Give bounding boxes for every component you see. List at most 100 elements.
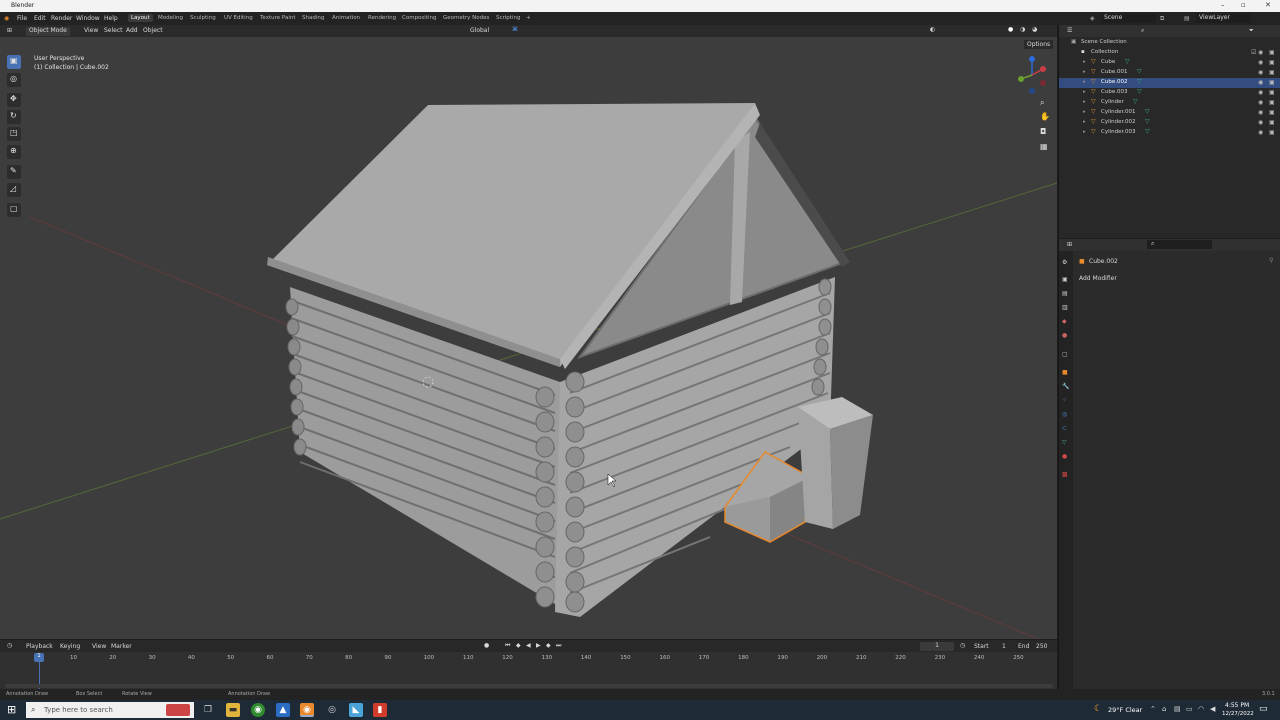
render-tab-icon[interactable]: ▣ xyxy=(1062,276,1070,284)
camera-icon[interactable]: ▣ xyxy=(1269,99,1275,106)
camera-icon[interactable]: ▣ xyxy=(1269,59,1275,66)
data-tab-icon[interactable]: ▽ xyxy=(1062,439,1070,447)
outliner-search-icon[interactable]: ⌕ xyxy=(1141,27,1144,35)
shading-solid-icon[interactable]: ● xyxy=(1008,26,1013,33)
tab-scripting[interactable]: Scripting xyxy=(496,15,520,21)
options-button[interactable]: Options xyxy=(1024,40,1054,49)
filter-icon[interactable]: ⏷ xyxy=(1249,27,1254,35)
clock-date[interactable]: 12/27/2022 xyxy=(1222,711,1254,717)
tab-layout[interactable]: Layout xyxy=(128,14,153,22)
orientation-selector[interactable]: Global xyxy=(470,27,489,34)
tab-rendering[interactable]: Rendering xyxy=(368,15,396,21)
tool-tab-icon[interactable]: ⚙ xyxy=(1062,259,1070,267)
eye-icon[interactable]: ◉ xyxy=(1258,119,1263,126)
wifi-icon[interactable]: ◠ xyxy=(1198,705,1204,713)
start-field[interactable]: 1 xyxy=(1002,643,1006,650)
menu-keying[interactable]: Keying xyxy=(60,643,80,650)
menu-add[interactable]: Add xyxy=(126,27,138,34)
eye-icon[interactable]: ◉ xyxy=(1258,99,1263,106)
viewport-scene[interactable] xyxy=(0,37,1057,639)
tool-add-cube[interactable]: ▢ xyxy=(7,203,21,217)
blender-logo-icon[interactable]: ◉ xyxy=(4,15,9,22)
outliner-editor-icon[interactable]: ☰ xyxy=(1067,27,1072,34)
tab-animation[interactable]: Animation xyxy=(332,15,360,21)
navigation-gizmo[interactable] xyxy=(1012,55,1052,95)
windows-start-icon[interactable]: ⊞ xyxy=(7,703,16,716)
menu-edit[interactable]: Edit xyxy=(34,15,46,22)
menu-playback[interactable]: Playback xyxy=(26,643,53,650)
tab-uv-editing[interactable]: UV Editing xyxy=(224,15,253,21)
timeline-editor-icon[interactable]: ◷ xyxy=(7,642,12,649)
collection-tab-icon[interactable]: ▢ xyxy=(1062,351,1070,359)
outliner-item-cube-002[interactable]: ▸ ▽ Cube.002 ▽ ◉ ▣ xyxy=(1059,78,1280,88)
next-key-icon[interactable]: ◆ xyxy=(546,642,551,649)
weather-text[interactable]: 29°F Clear xyxy=(1108,706,1142,714)
constraints-tab-icon[interactable]: ⊂ xyxy=(1062,425,1070,433)
output-tab-icon[interactable]: ▤ xyxy=(1062,290,1070,298)
menu-render[interactable]: Render xyxy=(51,15,72,22)
tool-move[interactable]: ✥ xyxy=(7,93,21,107)
eye-icon[interactable]: ◉ xyxy=(1258,109,1263,116)
properties-search-icon[interactable]: ⌕ xyxy=(1147,240,1212,249)
outliner-item-cube-001[interactable]: ▸ ▽ Cube.001 ▽ ◉ ▣ xyxy=(1059,68,1280,78)
tab-compositing[interactable]: Compositing xyxy=(402,15,436,21)
office-icon[interactable]: ▮ xyxy=(373,703,387,717)
eye-icon[interactable]: ◉ xyxy=(1258,89,1263,96)
eye-icon[interactable]: ◉ xyxy=(1258,59,1263,66)
monitor-icon[interactable]: ▭ xyxy=(1186,705,1193,713)
copy-icon[interactable]: ⧉ xyxy=(1160,15,1164,23)
tool-transform[interactable]: ⊕ xyxy=(7,145,21,159)
camera-icon[interactable]: ▣ xyxy=(1269,79,1275,86)
volume-icon[interactable]: ◀ xyxy=(1210,705,1215,713)
add-modifier-dropdown[interactable]: Add Modifier xyxy=(1079,275,1274,284)
tab-modeling[interactable]: Modeling xyxy=(158,15,183,21)
shading-render-icon[interactable]: ◕ xyxy=(1032,26,1037,33)
view-layer-selector[interactable]: ViewLayer xyxy=(1196,14,1251,23)
tray-chevron-icon[interactable]: ⌃ xyxy=(1150,705,1156,713)
notifications-icon[interactable]: ▭ xyxy=(1259,704,1268,714)
menu-marker[interactable]: Marker xyxy=(111,643,132,650)
scene-tab-icon[interactable]: ◆ xyxy=(1062,318,1070,326)
close-icon[interactable]: ✕ xyxy=(1265,1,1271,9)
file-explorer-icon[interactable]: ▬ xyxy=(226,703,240,717)
outliner-item-cylinder-002[interactable]: ▸ ▽ Cylinder.002 ▽ ◉ ▣ xyxy=(1059,118,1280,128)
outliner-item-cube[interactable]: ▸ ▽ Cube ▽ ◉ ▣ xyxy=(1059,58,1280,68)
printer-icon[interactable]: ▤ xyxy=(1174,705,1181,713)
menu-view[interactable]: View xyxy=(92,643,106,650)
world-tab-icon[interactable]: ● xyxy=(1062,332,1070,340)
tool-cursor[interactable]: ◎ xyxy=(7,73,21,87)
snap-icon[interactable]: ⌘ xyxy=(512,26,518,33)
expand-icon[interactable]: ▸ xyxy=(1083,89,1086,95)
3d-viewport[interactable]: User Perspective (1) Collection | Cube.0… xyxy=(0,37,1057,639)
record-icon[interactable]: ● xyxy=(484,642,489,649)
menu-window[interactable]: Window xyxy=(76,15,100,22)
modifier-tab-icon[interactable]: 🔧 xyxy=(1062,383,1070,391)
physics-tab-icon[interactable]: ◎ xyxy=(1062,411,1070,419)
menu-help[interactable]: Help xyxy=(104,15,118,22)
outliner-item-cylinder-003[interactable]: ▸ ▽ Cylinder.003 ▽ ◉ ▣ xyxy=(1059,128,1280,138)
play-icon[interactable]: ▶ xyxy=(536,642,541,649)
clock-time[interactable]: 4:55 PM xyxy=(1225,702,1249,709)
obs-icon[interactable]: ◎ xyxy=(325,703,339,717)
camera-icon[interactable]: ▣ xyxy=(1269,69,1275,76)
tab-geometry-nodes[interactable]: Geometry Nodes xyxy=(443,15,489,21)
mode-selector[interactable]: Object Mode xyxy=(26,27,70,36)
eye-icon[interactable]: ◉ xyxy=(1258,79,1263,86)
tool-rotate[interactable]: ↻ xyxy=(7,110,21,124)
material-tab-icon[interactable]: ● xyxy=(1062,453,1070,461)
network-icon[interactable]: ⌂ xyxy=(1162,705,1166,713)
grid-toggle-icon[interactable]: ▦ xyxy=(1040,142,1052,154)
editor-type-icon[interactable]: ⊞ xyxy=(7,27,12,34)
photos-icon[interactable]: ▲ xyxy=(276,703,290,717)
maximize-icon[interactable]: ▫ xyxy=(1241,1,1246,9)
texture-tab-icon[interactable]: ▩ xyxy=(1062,471,1070,479)
object-tab-icon[interactable]: ■ xyxy=(1062,369,1070,377)
prev-key-icon[interactable]: ◆ xyxy=(516,642,521,649)
eye-icon[interactable]: ◉ xyxy=(1258,49,1263,56)
chrome-icon[interactable]: ◉ xyxy=(251,703,265,717)
eye-icon[interactable]: ◉ xyxy=(1258,129,1263,136)
tab-sculpting[interactable]: Sculpting xyxy=(190,15,216,21)
outliner-collection[interactable]: ▪ Collection ☑ ◉ ▣ xyxy=(1059,48,1280,58)
tool-select-box[interactable]: ▣ xyxy=(7,55,21,69)
tool-annotate[interactable]: ✎ xyxy=(7,165,21,179)
